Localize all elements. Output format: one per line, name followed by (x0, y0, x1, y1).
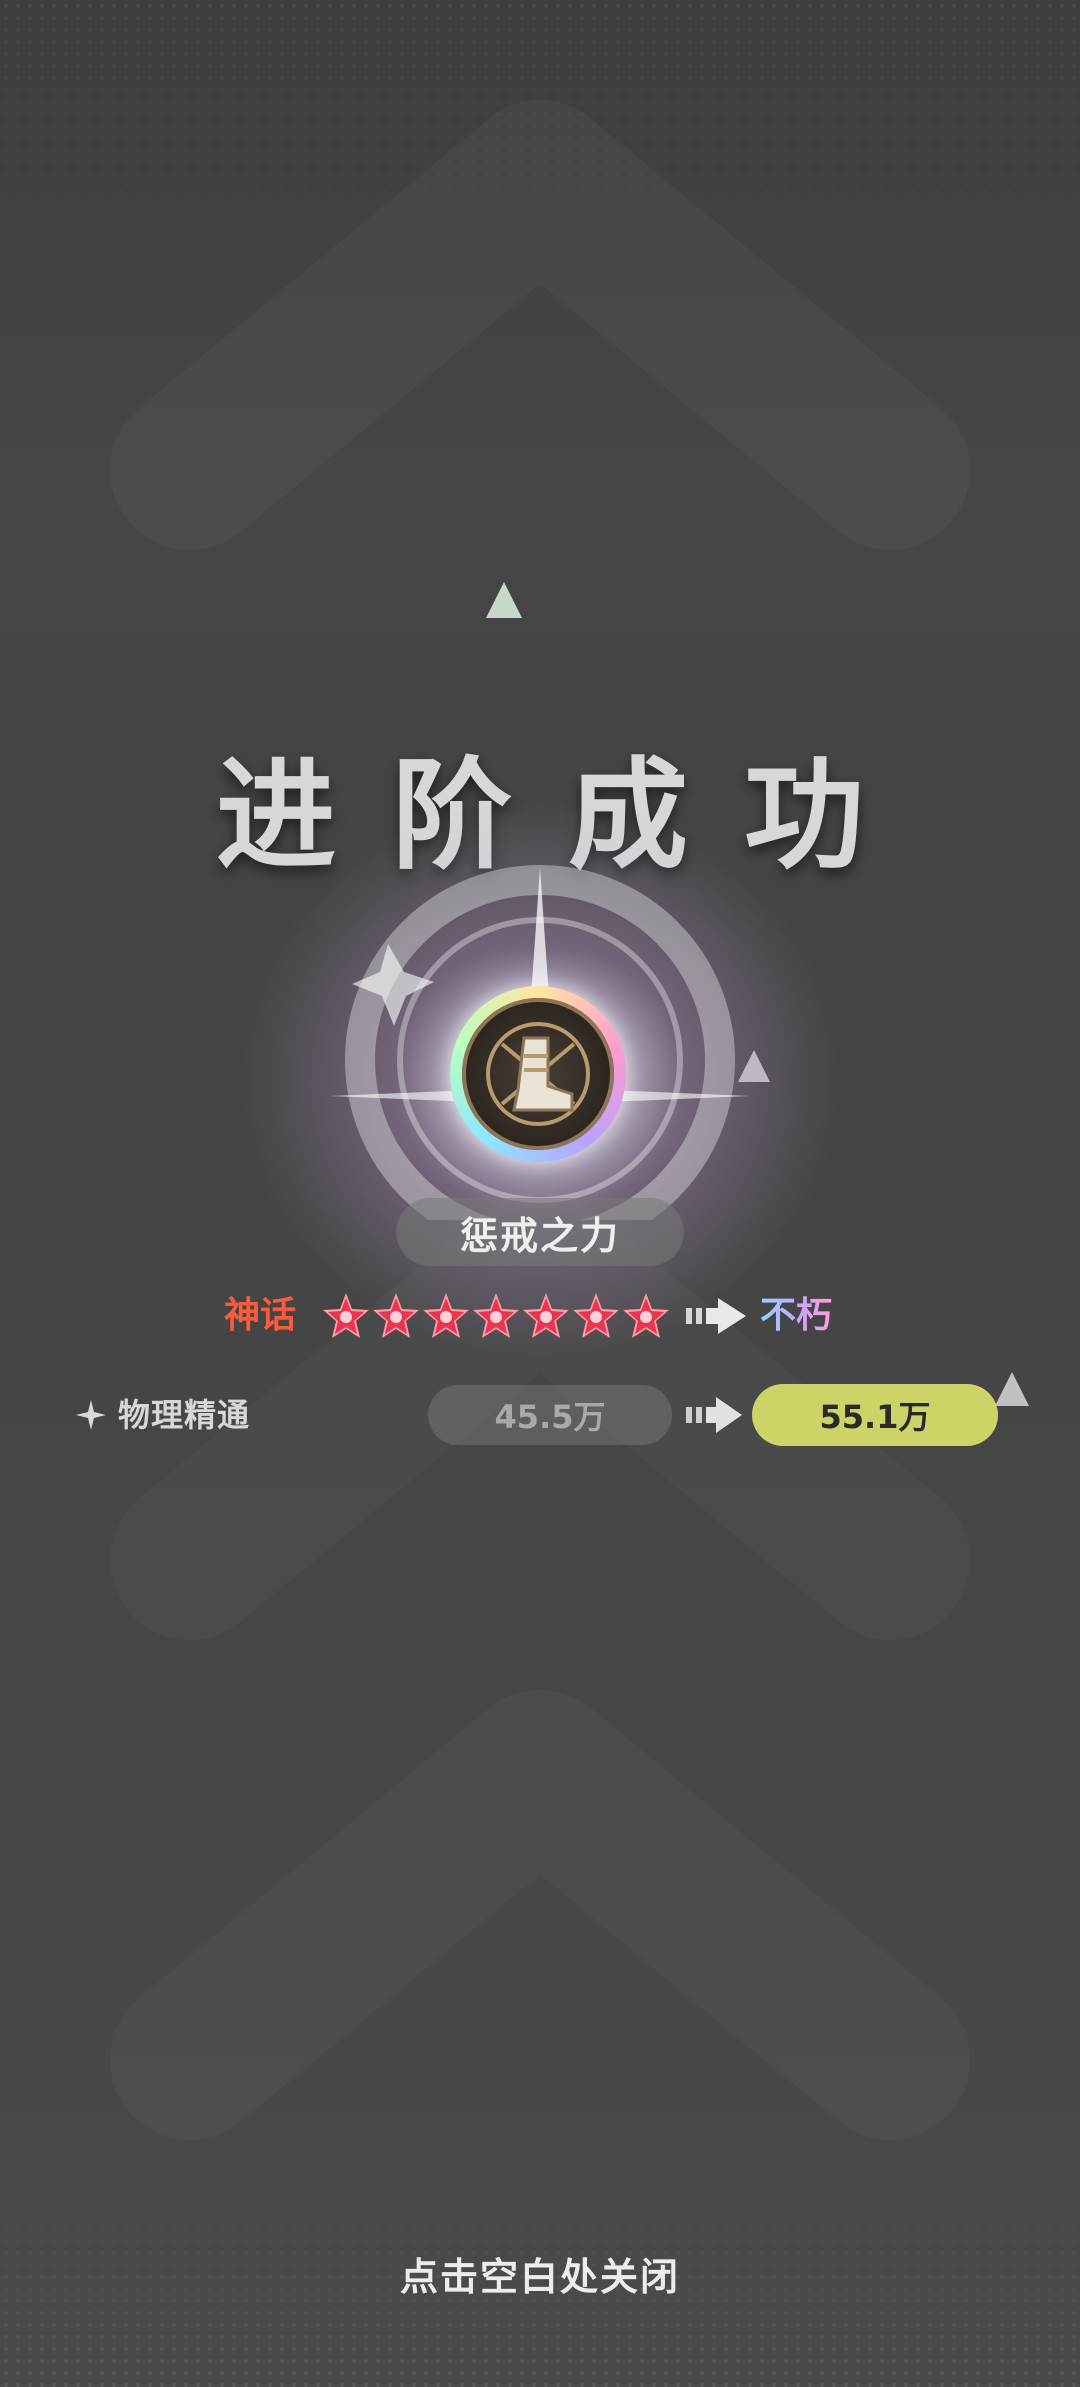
star-icon (423, 1293, 469, 1338)
sparkle-icon (76, 1400, 106, 1430)
item-name-label: 惩戒之力 (396, 1198, 684, 1266)
rarity-upgrade-row: 神话 不朽 (0, 1286, 1080, 1346)
star-icon (473, 1293, 519, 1338)
stat-new-value: 55.1万 (752, 1384, 998, 1446)
star-icon (623, 1293, 669, 1338)
star-icon (323, 1293, 369, 1338)
item-icon-frame (450, 986, 626, 1162)
arrow-right-icon (686, 1298, 746, 1334)
item-icon-background (462, 998, 614, 1150)
stat-old-value: 45.5万 (428, 1385, 672, 1445)
rarity-to-label: 不朽 (760, 1286, 832, 1346)
arrow-right-icon (686, 1397, 742, 1433)
star-icon (523, 1293, 569, 1338)
star-icon (573, 1293, 619, 1338)
boot-chains-icon (486, 1022, 590, 1126)
tap-to-close-hint[interactable]: 点击空白处关闭 (0, 2246, 1080, 2301)
stat-name-label: 物理精通 (118, 1396, 251, 1434)
rarity-stars (323, 1293, 669, 1338)
stat-upgrade-row: 物理精通 45.5万 55.1万 (0, 1384, 1080, 1446)
rarity-from-label: 神话 (224, 1295, 297, 1336)
sparkle-triangle-icon (486, 582, 522, 618)
star-icon (373, 1293, 419, 1338)
